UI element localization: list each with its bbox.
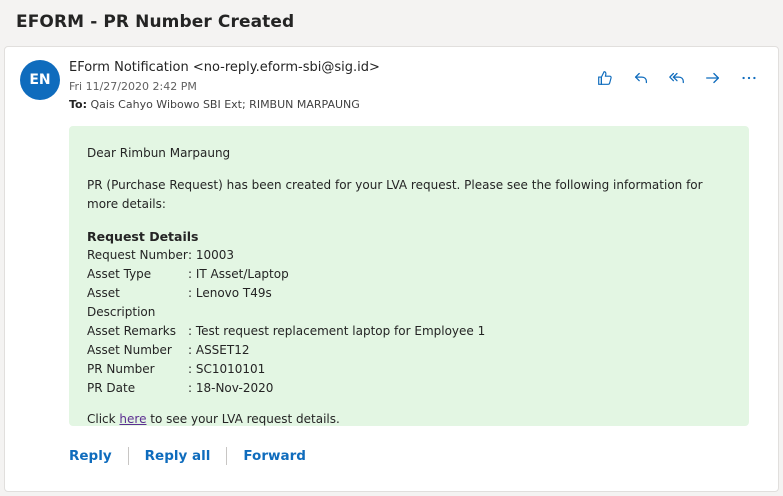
detail-key: Asset Remarks bbox=[87, 324, 176, 338]
divider bbox=[127, 447, 129, 465]
reply-button[interactable] bbox=[630, 67, 652, 89]
detail-value: : Test request replacement laptop for Em… bbox=[188, 324, 486, 338]
more-actions-button[interactable] bbox=[738, 67, 760, 89]
forward-button[interactable] bbox=[702, 67, 724, 89]
reply-footer-button[interactable]: Reply bbox=[69, 448, 112, 464]
like-button[interactable] bbox=[594, 67, 616, 89]
detail-row: Asset Type : IT Asset/Laptop bbox=[87, 265, 731, 284]
detail-row: Asset Number : ASSET12 bbox=[87, 341, 731, 360]
sent-date: Fri 11/27/2020 2:42 PM bbox=[69, 80, 197, 93]
click-suffix: to see your LVA request details. bbox=[146, 412, 340, 426]
click-line: Click here to see your LVA request detai… bbox=[87, 410, 731, 429]
reply-all-icon bbox=[669, 72, 684, 84]
detail-row: PR Number : SC1010101 bbox=[87, 360, 731, 379]
click-prefix: Click bbox=[87, 412, 120, 426]
recipient-list[interactable]: Qais Cahyo Wibowo SBI Ext; RIMBUN MARPAU… bbox=[91, 98, 360, 111]
detail-value: : ASSET12 bbox=[188, 343, 250, 357]
greeting: Dear Rimbun Marpaung bbox=[87, 146, 231, 160]
thumbs-up-icon bbox=[598, 71, 612, 85]
detail-key: Asset Type bbox=[87, 267, 152, 281]
message-actions bbox=[594, 67, 760, 89]
detail-value: : 18-Nov-2020 bbox=[188, 381, 274, 395]
reply-icon bbox=[634, 72, 648, 84]
reply-all-button[interactable] bbox=[666, 67, 688, 89]
detail-key: PR Date bbox=[87, 381, 136, 395]
details-list: Request Number : 10003 Asset Type : IT A… bbox=[87, 246, 731, 398]
detail-value: : Lenovo T49s bbox=[188, 286, 272, 300]
detail-key: Asset Description bbox=[87, 286, 156, 319]
detail-row: Request Number : 10003 bbox=[87, 246, 731, 265]
email-subject: EFORM - PR Number Created bbox=[16, 12, 295, 32]
detail-row: Asset Remarks : Test request replacement… bbox=[87, 322, 731, 341]
detail-value: : IT Asset/Laptop bbox=[188, 267, 289, 281]
detail-key: PR Number bbox=[87, 362, 155, 376]
detail-row: PR Date : 18-Nov-2020 bbox=[87, 379, 731, 398]
message-card: EN EForm Notification <no-reply.eform-sb… bbox=[4, 46, 779, 492]
reply-all-footer-button[interactable]: Reply all bbox=[145, 448, 211, 464]
sender[interactable]: EForm Notification <no-reply.eform-sbi@s… bbox=[69, 60, 380, 75]
footer-actions: Reply Reply all Forward bbox=[69, 447, 306, 465]
more-icon bbox=[742, 76, 756, 80]
forward-footer-button[interactable]: Forward bbox=[243, 448, 306, 464]
detail-row: Asset Description : Lenovo T49s bbox=[87, 284, 731, 322]
detail-key: Request Number bbox=[87, 248, 188, 262]
intro-paragraph: PR (Purchase Request) has been created f… bbox=[87, 178, 703, 211]
forward-icon bbox=[706, 72, 720, 84]
detail-value: : 10003 bbox=[188, 248, 235, 262]
message-body: Dear Rimbun Marpaung PR (Purchase Reques… bbox=[69, 126, 749, 426]
to-label: To: bbox=[69, 98, 87, 111]
recipients: To: Qais Cahyo Wibowo SBI Ext; RIMBUN MA… bbox=[69, 98, 360, 111]
detail-value: : SC1010101 bbox=[188, 362, 266, 376]
details-title: Request Details bbox=[87, 229, 199, 244]
here-link[interactable]: here bbox=[119, 412, 146, 426]
divider bbox=[226, 447, 228, 465]
avatar[interactable]: EN bbox=[20, 60, 60, 100]
detail-key: Asset Number bbox=[87, 343, 172, 357]
